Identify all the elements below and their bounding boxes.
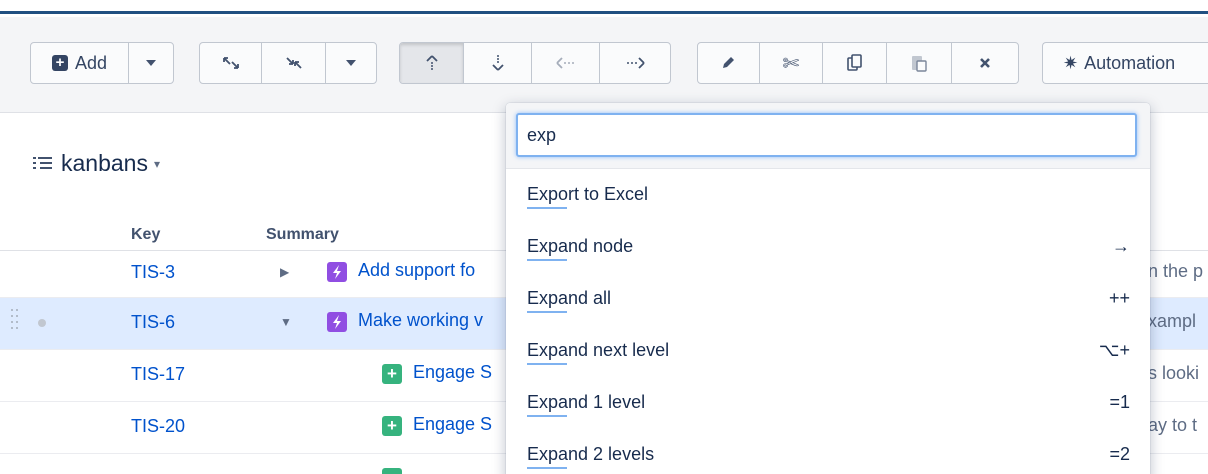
menu-item-shortcut: =1 <box>1109 392 1130 412</box>
magic-wand-icon: ✷ <box>1063 52 1079 73</box>
match-underline <box>527 363 567 365</box>
structure-title: kanbans <box>61 150 148 176</box>
paste-icon <box>912 56 927 72</box>
expand-all-button[interactable] <box>200 43 262 83</box>
issue-summary-link[interactable]: Engage S <box>413 414 492 435</box>
story-add-icon <box>382 468 402 474</box>
menu-item-label: Expand 1 level <box>527 392 646 412</box>
menu-item-label: Export to Excel <box>527 184 649 204</box>
drag-handle-icon[interactable] <box>11 309 21 335</box>
automation-button-label: Automation <box>1084 52 1176 73</box>
menu-item-export-to-excel[interactable]: Export to Excel <box>506 169 1150 221</box>
automation-button[interactable]: ✷ Automation <box>1043 43 1208 83</box>
move-left-button[interactable] <box>532 43 600 83</box>
expand-arrows-icon <box>222 57 239 69</box>
collapse-toggle-icon[interactable]: ▼ <box>280 315 292 329</box>
expand-collapse-group <box>199 42 377 84</box>
row-description-text: ay to t <box>1148 415 1198 435</box>
column-header-key[interactable]: Key <box>131 226 160 244</box>
structure-icon <box>33 156 52 169</box>
top-header-bar <box>0 0 1208 14</box>
row-status-dot <box>38 319 46 327</box>
close-icon <box>980 58 991 68</box>
arrow-down-icon <box>491 55 504 71</box>
menu-item-label: Expand 2 levels <box>527 444 655 464</box>
edit-group: ✄ <box>697 42 1019 84</box>
add-button-group: + Add <box>30 42 174 84</box>
move-up-button[interactable] <box>400 43 464 83</box>
match-underline <box>527 207 567 209</box>
row-description-text: xampl <box>1148 311 1197 331</box>
pencil-icon <box>723 57 735 68</box>
issue-summary-link[interactable]: Add support fo <box>358 260 475 281</box>
row-description-text: s looki <box>1148 363 1200 383</box>
menu-item-expand-next-level[interactable]: Expand next level ⌥+ <box>506 325 1150 377</box>
cut-button[interactable]: ✄ <box>760 43 824 83</box>
move-down-button[interactable] <box>464 43 532 83</box>
menu-item-expand-node[interactable]: Expand node → <box>506 221 1150 273</box>
menu-item-label: Expand all <box>527 288 612 308</box>
arrow-left-icon <box>555 57 574 69</box>
action-search-popup: Export to Excel Expand node → Expand all… <box>506 103 1150 474</box>
epic-icon <box>327 312 347 332</box>
menu-item-label: Expand next level <box>527 340 670 360</box>
menu-item-shortcut: → <box>1112 236 1130 256</box>
edit-button[interactable] <box>698 43 760 83</box>
automation-group: ✷ Automation <box>1042 42 1208 84</box>
chevron-down-icon <box>346 60 356 66</box>
move-group <box>399 42 671 84</box>
match-underline <box>527 415 567 417</box>
menu-item-shortcut: ++ <box>1108 288 1130 308</box>
copy-icon <box>846 54 862 71</box>
issue-summary-link[interactable]: Make working v <box>358 310 483 331</box>
issue-summary-link[interactable]: Engage S <box>413 362 492 383</box>
chevron-down-icon <box>146 60 156 66</box>
menu-item-shortcut: =2 <box>1109 444 1130 464</box>
match-underline <box>527 467 567 469</box>
story-add-icon: + <box>382 416 402 436</box>
epic-icon <box>327 262 347 282</box>
add-dropdown-button[interactable] <box>129 43 173 83</box>
issue-key-link[interactable]: TIS-17 <box>131 364 185 385</box>
row-description-text: n the p <box>1148 261 1204 281</box>
move-right-button[interactable] <box>600 43 670 83</box>
arrow-up-icon <box>425 55 438 70</box>
issue-key-link[interactable]: TIS-6 <box>131 312 175 333</box>
collapse-arrows-icon <box>285 57 302 69</box>
menu-item-expand-1-level[interactable]: Expand 1 level =1 <box>506 377 1150 429</box>
menu-item-label: Expand node <box>527 236 634 256</box>
match-underline <box>527 259 567 261</box>
menu-item-expand-2-levels[interactable]: Expand 2 levels =2 <box>506 429 1150 474</box>
delete-button[interactable] <box>952 43 1018 83</box>
expand-dropdown-button[interactable] <box>326 43 376 83</box>
issue-key-link[interactable]: TIS-20 <box>131 416 185 437</box>
collapse-all-button[interactable] <box>262 43 326 83</box>
copy-button[interactable] <box>823 43 887 83</box>
structure-selector[interactable]: kanbans ▾ <box>33 150 160 177</box>
arrow-right-icon <box>627 57 645 69</box>
add-button[interactable]: + Add <box>31 43 129 83</box>
action-search-input[interactable] <box>516 113 1137 157</box>
chevron-down-icon: ▾ <box>153 156 160 171</box>
column-header-summary[interactable]: Summary <box>266 226 339 244</box>
scissors-icon: ✄ <box>782 52 800 75</box>
match-underline <box>527 311 567 313</box>
add-button-label: Add <box>74 52 108 73</box>
plus-icon: + <box>51 55 68 71</box>
story-add-icon: + <box>382 364 402 384</box>
expand-toggle-icon[interactable]: ▶ <box>280 265 289 279</box>
issue-key-link[interactable]: TIS-3 <box>131 262 175 283</box>
paste-button[interactable] <box>887 43 953 83</box>
menu-item-shortcut: ⌥+ <box>1098 340 1130 360</box>
menu-item-expand-all[interactable]: Expand all ++ <box>506 273 1150 325</box>
